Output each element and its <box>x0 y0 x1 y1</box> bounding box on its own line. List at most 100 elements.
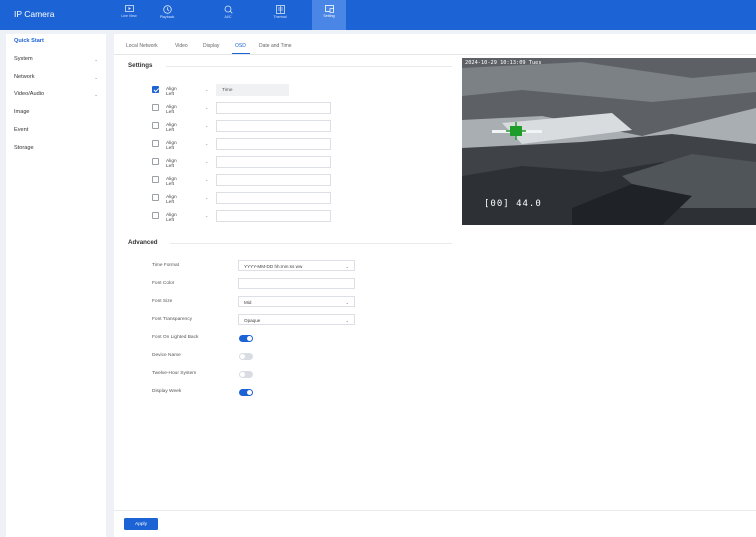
settings-section-title: Settings <box>128 62 153 69</box>
osd-row-checkbox[interactable] <box>152 86 159 93</box>
osd-text-field[interactable]: Time <box>216 84 289 96</box>
align-select[interactable]: Align Left <box>166 195 177 205</box>
section-divider <box>166 66 452 67</box>
chevron-down-icon: ⌄ <box>205 177 209 182</box>
time-format-select[interactable]: YYYY-MM-DD hh:mm:ss ww ⌄ <box>238 260 355 271</box>
tab-display[interactable]: Display <box>203 43 219 49</box>
chevron-down-icon: ⌄ <box>205 123 209 128</box>
sidebar: Quick Start System ⌄ Network ⌄ Video/Audio… <box>6 34 106 537</box>
tab-date-and-time[interactable]: Date and Time <box>259 43 292 49</box>
nav-label: Thermal <box>273 15 287 19</box>
display-week-toggle[interactable] <box>239 389 253 396</box>
advanced-section-title: Advanced <box>128 239 158 246</box>
osd-text-field[interactable] <box>216 192 331 204</box>
osd-row-checkbox[interactable] <box>152 122 159 129</box>
sidebar-item-label: System <box>14 56 33 62</box>
apply-button[interactable]: Apply <box>124 518 158 530</box>
osd-temperature-overlay: [00] 44.0 <box>484 199 542 209</box>
chevron-down-icon: ⌄ <box>205 141 209 146</box>
align-select[interactable]: Align Left <box>166 159 177 169</box>
footer-divider <box>114 510 756 511</box>
chevron-down-icon: ⌄ <box>205 213 209 218</box>
chevron-down-icon: ⌄ <box>94 92 98 97</box>
sidebar-item-quick-start[interactable]: Quick Start <box>14 38 102 44</box>
sidebar-item-label: Network <box>14 74 35 80</box>
tab-osd[interactable]: OSD <box>235 43 246 49</box>
chevron-down-icon: ⌄ <box>345 317 349 323</box>
sidebar-item-event[interactable]: Event <box>14 127 102 133</box>
chevron-down-icon: ⌄ <box>94 57 98 62</box>
nav-ai[interactable]: AI/C <box>211 0 245 30</box>
osd-row-checkbox[interactable] <box>152 194 159 201</box>
osd-row-checkbox[interactable] <box>152 104 159 111</box>
twelve-hour-system-toggle[interactable] <box>239 371 253 378</box>
align-select[interactable]: Align Left <box>166 213 177 223</box>
osd-row-checkbox[interactable] <box>152 176 159 183</box>
nav-setting[interactable]: Setting <box>312 0 346 30</box>
tab-video[interactable]: Video <box>175 43 188 49</box>
ai-icon <box>224 5 233 14</box>
nav-thermal[interactable]: Thermal <box>263 0 297 30</box>
main-content: Local Network Video Display OSD Date and… <box>114 34 756 537</box>
chevron-down-icon: ⌄ <box>345 299 349 305</box>
align-select[interactable]: Align Left <box>166 87 177 97</box>
playback-icon <box>162 5 172 14</box>
twelve-hour-system-label: Twelve-Hour System <box>152 371 197 376</box>
sidebar-item-label: Event <box>14 127 29 133</box>
sidebar-item-video-audio[interactable]: Video/Audio ⌄ <box>14 91 102 97</box>
nav-live-view[interactable]: Live View <box>112 0 146 30</box>
device-name-label: Device Name <box>152 353 181 358</box>
chevron-down-icon: ⌄ <box>205 87 209 92</box>
osd-text-field[interactable] <box>216 156 331 168</box>
sidebar-item-label: Video/Audio <box>14 91 45 97</box>
sidebar-item-system[interactable]: System ⌄ <box>14 56 102 62</box>
nav-label: AI/C <box>224 15 232 19</box>
sidebar-item-label: Storage <box>14 145 34 151</box>
font-size-label: Font Size <box>152 299 173 304</box>
app-title: IP Camera <box>14 9 55 19</box>
font-transparency-value: Opaque <box>244 318 261 323</box>
nav-label: Playback <box>159 15 175 19</box>
font-color-label: Font Color <box>152 281 175 286</box>
chevron-down-icon: ⌄ <box>94 75 98 80</box>
font-size-value: Mid <box>244 300 252 305</box>
osd-text-field[interactable] <box>216 174 331 186</box>
osd-row-checkbox[interactable] <box>152 158 159 165</box>
chevron-down-icon: ⌄ <box>345 263 349 269</box>
tab-local-network[interactable]: Local Network <box>126 43 158 49</box>
font-size-select[interactable]: Mid ⌄ <box>238 296 355 307</box>
chevron-down-icon: ⌄ <box>205 105 209 110</box>
osd-preview: 2024-10-29 10:13:09 Tues [00] 44.0 <box>462 58 756 225</box>
align-select[interactable]: Align Left <box>166 141 177 151</box>
osd-row-checkbox[interactable] <box>152 140 159 147</box>
thermal-icon <box>275 5 285 14</box>
align-select[interactable]: Align Left <box>166 177 177 187</box>
sidebar-item-label: Image <box>14 109 30 115</box>
nav-label: Setting <box>323 14 335 18</box>
device-name-toggle[interactable] <box>239 353 253 360</box>
font-transparency-select[interactable]: Opaque ⌄ <box>238 314 355 325</box>
sidebar-item-storage[interactable]: Storage <box>14 145 102 151</box>
time-format-label: Time Format <box>152 263 180 268</box>
osd-text-field[interactable] <box>216 138 331 150</box>
sidebar-item-network[interactable]: Network ⌄ <box>14 74 102 80</box>
live-view-icon <box>124 5 134 12</box>
align-select[interactable]: Align Left <box>166 105 177 115</box>
osd-text-field[interactable] <box>216 102 331 114</box>
section-divider <box>170 243 452 244</box>
osd-row-checkbox[interactable] <box>152 212 159 219</box>
align-select[interactable]: Align Left <box>166 123 177 133</box>
chevron-down-icon: ⌄ <box>205 195 209 200</box>
osd-time-overlay: 2024-10-29 10:13:09 Tues <box>465 60 542 66</box>
font-on-lighted-back-toggle[interactable] <box>239 335 253 342</box>
tab-divider <box>114 54 756 55</box>
osd-text-field[interactable] <box>216 120 331 132</box>
font-color-field[interactable] <box>238 278 355 289</box>
nav-playback[interactable]: Playback <box>150 0 184 30</box>
chevron-down-icon: ⌄ <box>205 159 209 164</box>
display-week-label: Display Week <box>152 389 182 394</box>
osd-text-field[interactable] <box>216 210 331 222</box>
sidebar-item-label: Quick Start <box>14 38 44 44</box>
setting-icon <box>324 5 334 13</box>
sidebar-item-image[interactable]: Image <box>14 109 102 115</box>
